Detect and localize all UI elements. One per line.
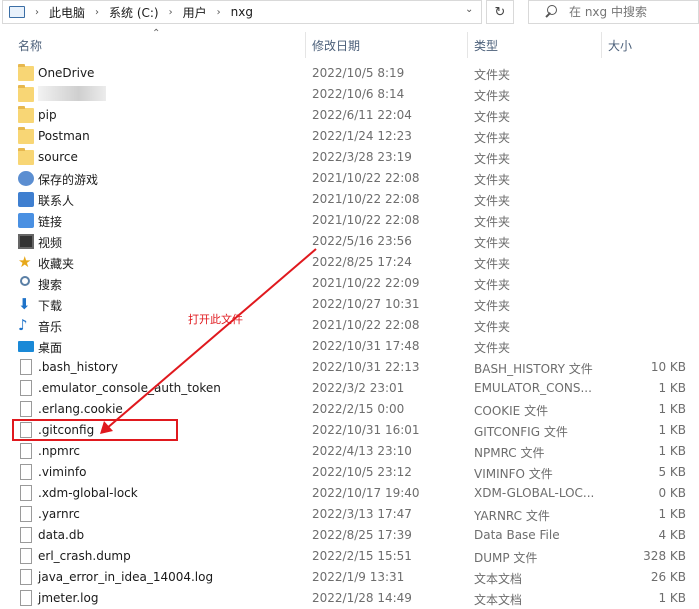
- vertical-scrollbar[interactable]: [690, 60, 699, 608]
- annotation-arrow: [100, 248, 317, 434]
